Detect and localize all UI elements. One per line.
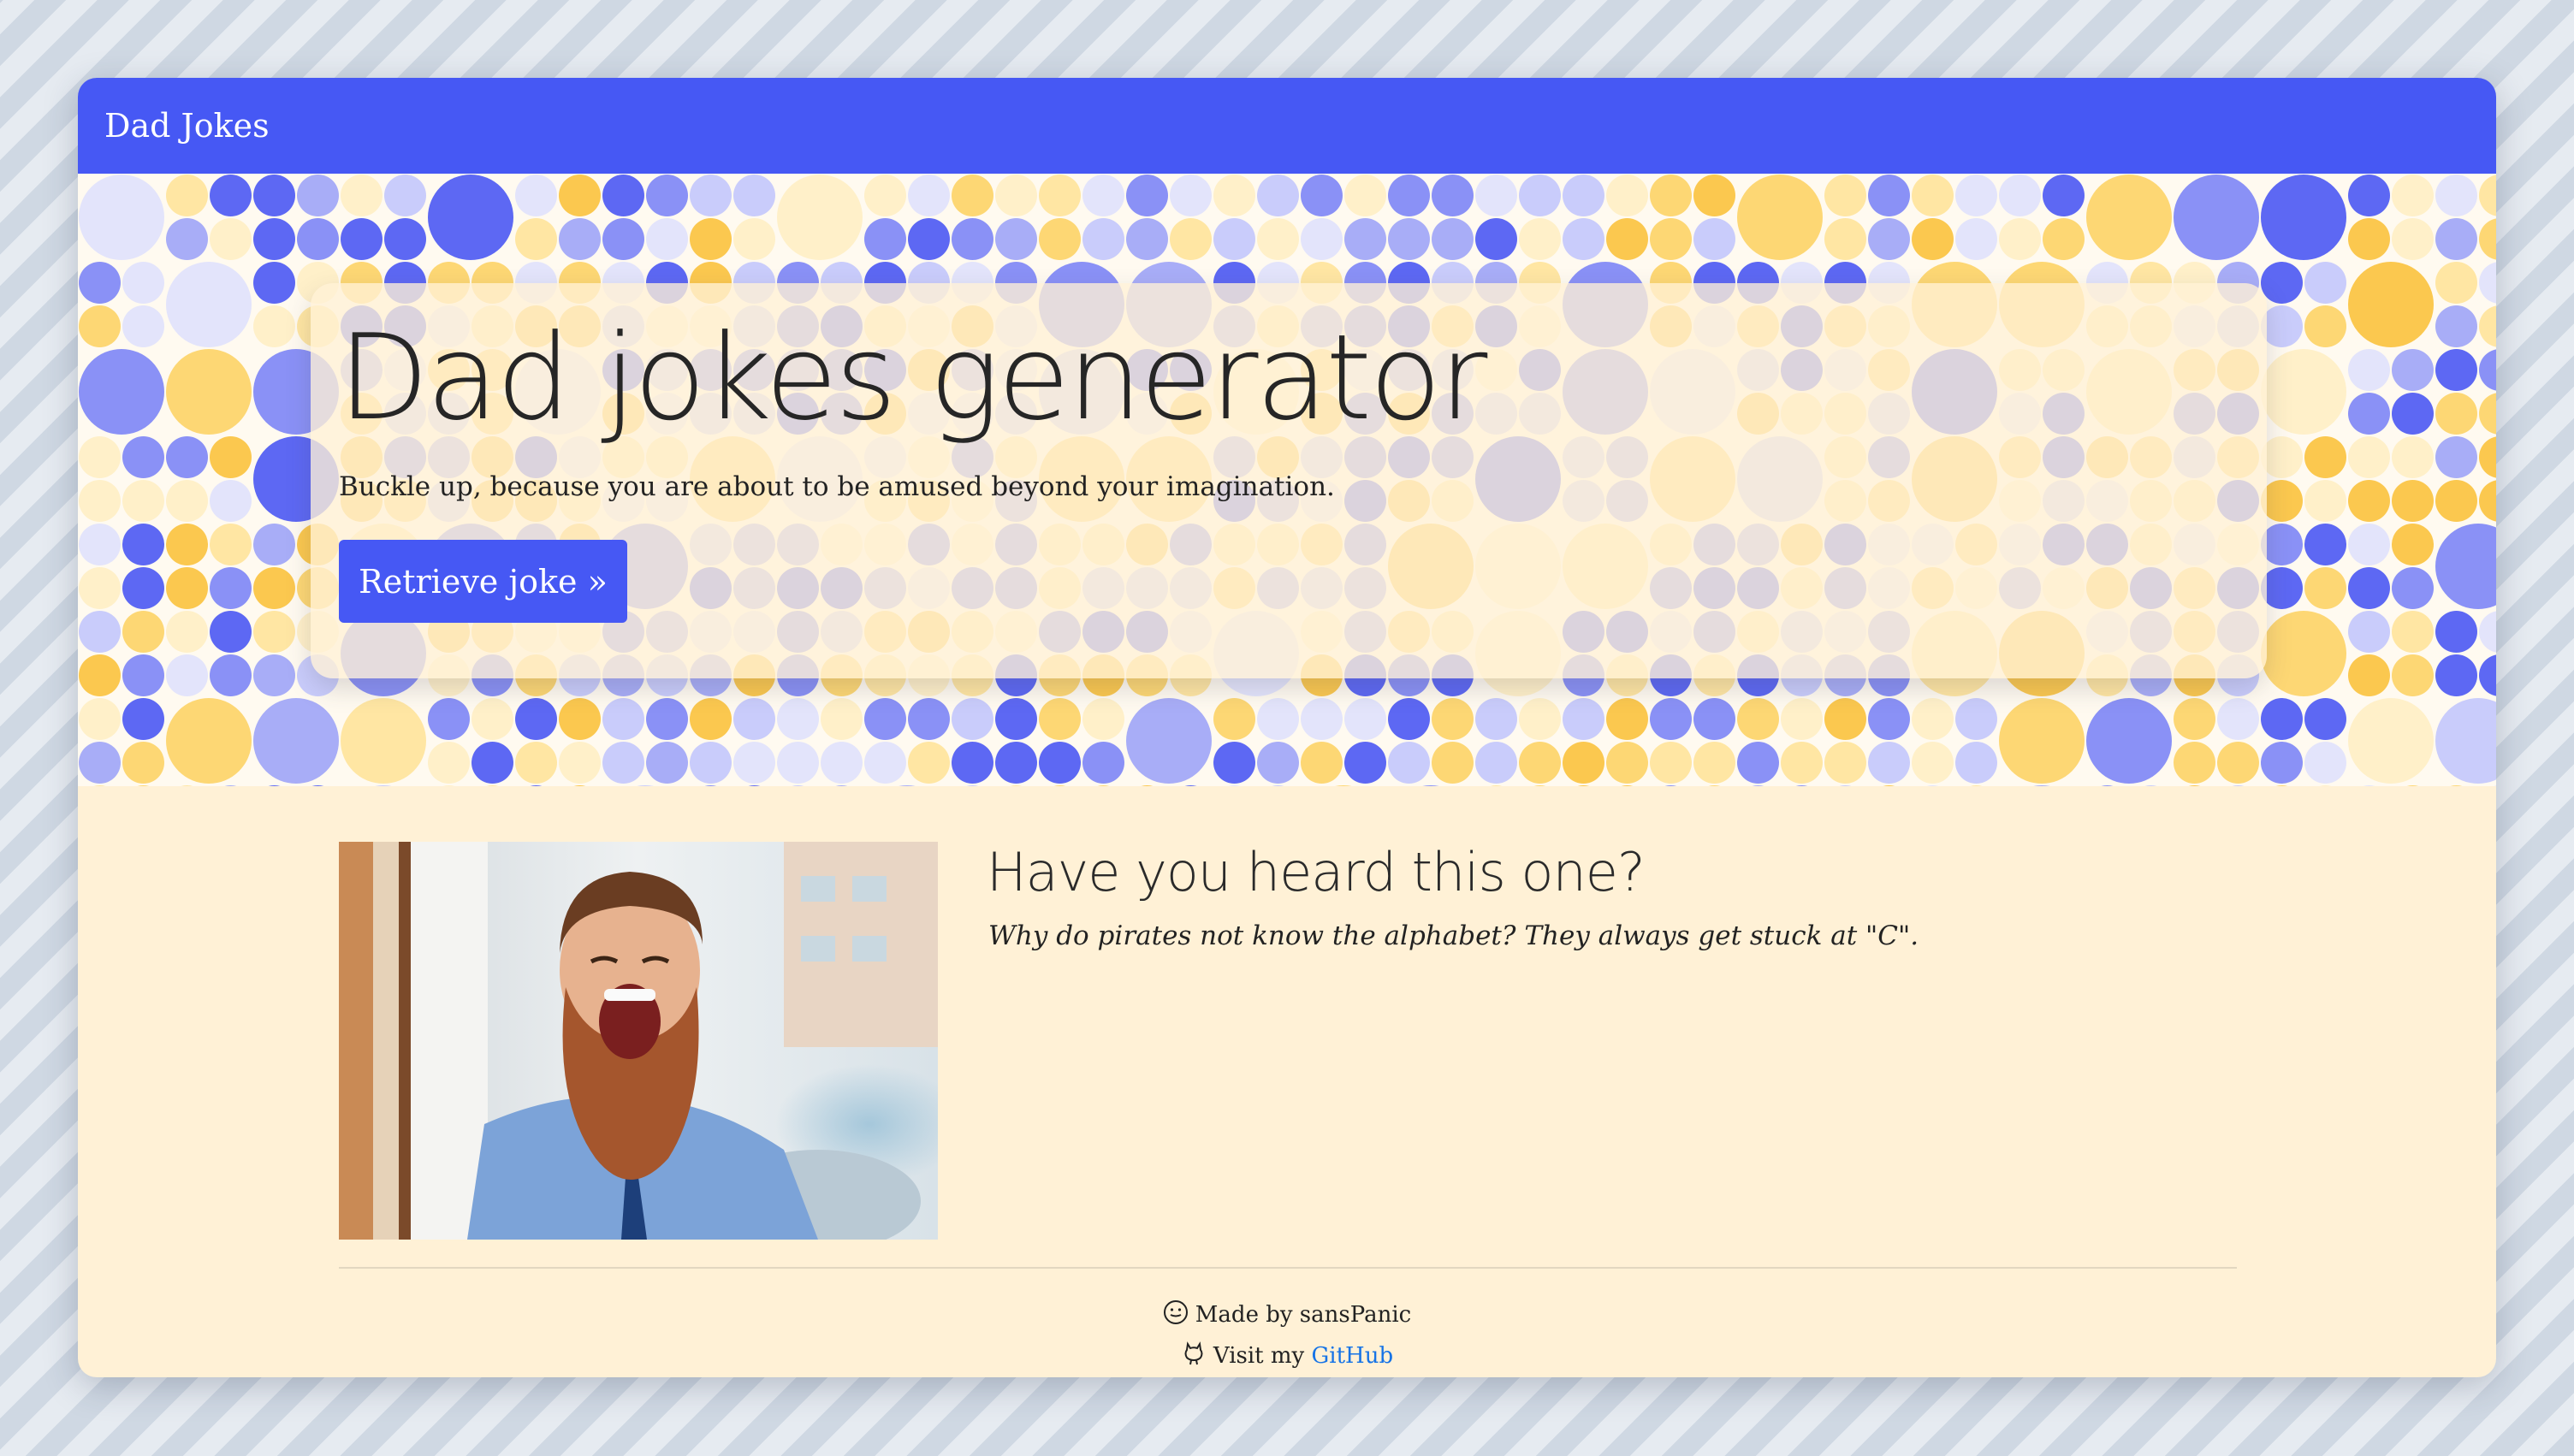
smiley-face-icon xyxy=(1163,1299,1189,1331)
footer-visit: Visit my GitHub xyxy=(78,1341,2496,1372)
visit-prefix: Visit my xyxy=(1213,1343,1305,1369)
page-title: Dad jokes generator xyxy=(338,309,1487,447)
navbar-brand[interactable]: Dad Jokes xyxy=(104,107,270,145)
jumbotron: Dad jokes generator Buckle up, because y… xyxy=(311,283,2267,678)
footer-made-by: Made by sansPanic xyxy=(78,1299,2496,1331)
hero-subtitle: Buckle up, because you are about to be a… xyxy=(339,471,1335,502)
hero-section: Dad jokes generator Buckle up, because y… xyxy=(78,174,2496,786)
retrieve-joke-button[interactable]: Retrieve joke » xyxy=(339,540,627,623)
github-octocat-icon xyxy=(1181,1341,1207,1372)
laughing-man-photo xyxy=(339,842,938,1240)
joke-heading: Have you heard this one? xyxy=(987,841,1646,903)
navbar: Dad Jokes xyxy=(78,78,2496,174)
footer-divider xyxy=(339,1267,2237,1269)
github-link[interactable]: GitHub xyxy=(1312,1343,1394,1369)
joke-text: Why do pirates not know the alphabet? Th… xyxy=(988,920,1919,951)
made-by-text: Made by sansPanic xyxy=(1195,1302,1412,1328)
app-window: Dad Jokes Dad jokes generator Buckle up,… xyxy=(78,78,2496,1377)
